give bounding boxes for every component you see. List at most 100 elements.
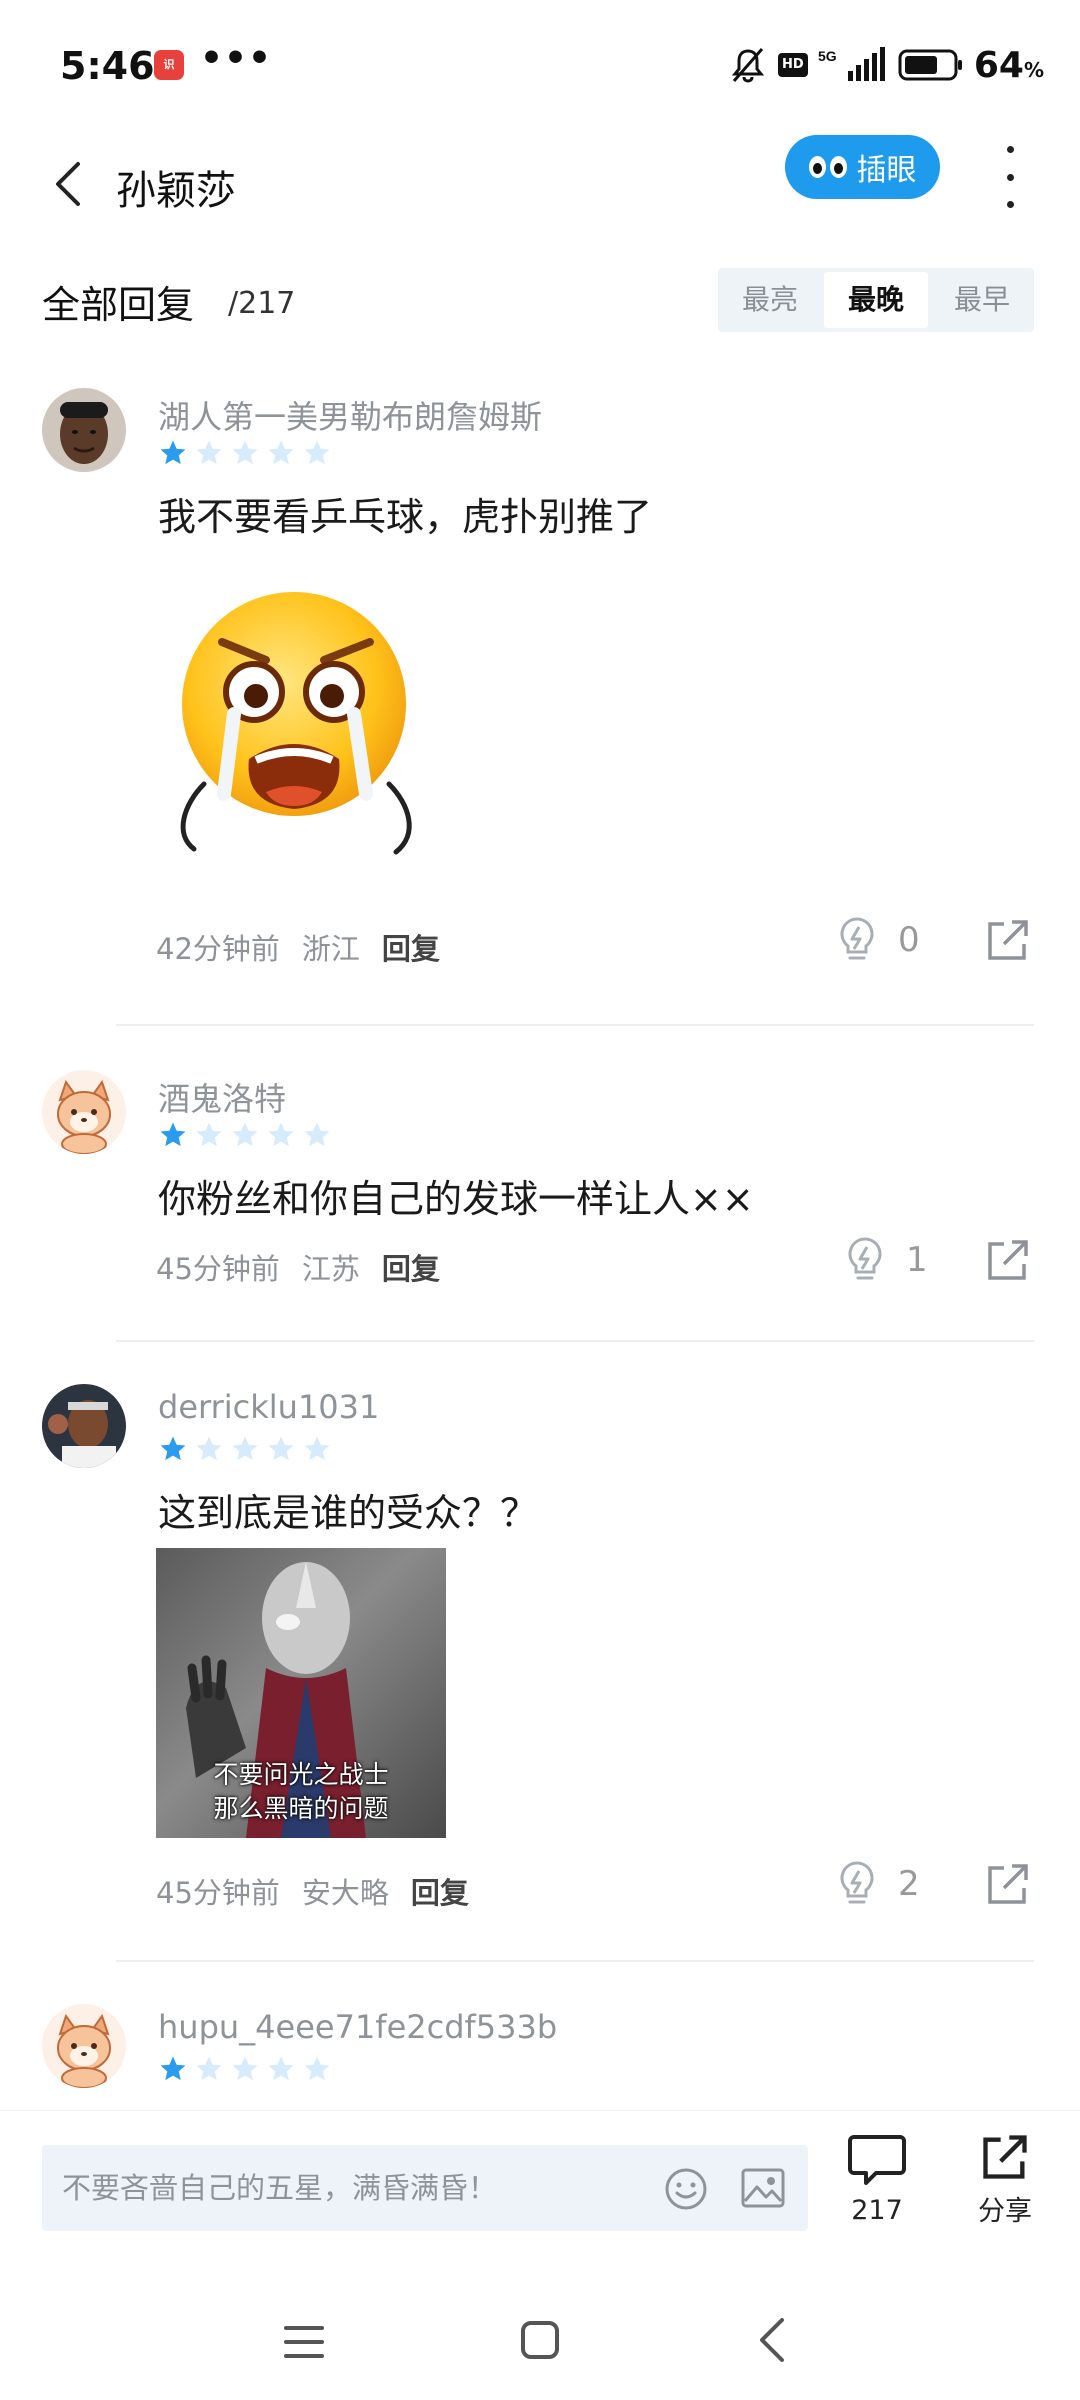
light-button[interactable]: 1 <box>844 1230 934 1290</box>
comment-item: 酒鬼洛特 你粉丝和你自己的发球一样让人×× 45分钟前 江苏 回复 1 <box>0 1070 1080 1342</box>
nav-back-icon[interactable] <box>754 2314 790 2366</box>
eyes-icon <box>808 156 847 178</box>
divider <box>116 1960 1034 1962</box>
replies-button[interactable]: 217 <box>842 2133 912 2226</box>
comment-item: 湖人第一美男勒布朗詹姆斯 我不要看乒乓球，虎扑别推了 42分钟前 浙江 回复 0 <box>0 388 1080 1026</box>
share-button[interactable]: 分享 <box>970 2131 1040 2228</box>
star-filled-icon <box>160 1436 186 1461</box>
comment-meta: 45分钟前 江苏 回复 <box>156 1246 440 1288</box>
reply-button[interactable]: 回复 <box>382 926 440 968</box>
light-button[interactable]: 0 <box>836 910 926 970</box>
star-empty-icon <box>268 1122 294 1147</box>
comment-time: 45分钟前 <box>156 1252 280 1286</box>
peek-button[interactable]: 插眼 <box>785 135 940 199</box>
star-rating <box>158 2054 332 2084</box>
divider <box>116 1024 1034 1026</box>
comment-text: 这到底是谁的受众？？ <box>158 1491 539 1535</box>
star-rating <box>158 1120 332 1150</box>
more-icon-dot <box>1006 146 1014 153</box>
signal-icon: 5G <box>818 47 885 81</box>
star-filled-icon <box>160 2056 186 2081</box>
star-empty-icon <box>304 440 330 465</box>
avatar[interactable] <box>42 1384 126 1468</box>
light-count: 1 <box>906 1240 928 1280</box>
star-empty-icon <box>304 1122 330 1147</box>
emoji-icon[interactable] <box>664 2167 708 2211</box>
share-icon <box>983 2135 1027 2179</box>
replies-title: 全部回复 <box>42 283 195 327</box>
comment-input-bar: 217 分享 <box>0 2110 1080 2260</box>
meme-image[interactable]: 不要问光之战士 那么黑暗的问题 <box>156 1548 446 1838</box>
comment-time: 45分钟前 <box>156 1876 280 1910</box>
replies-count: /217 <box>228 286 296 321</box>
sort-tabs: 最亮 最晚 最早 <box>718 268 1034 332</box>
star-empty-icon <box>268 440 294 465</box>
meme-caption-line: 不要问光之战士 <box>213 1760 389 1789</box>
share-icon[interactable] <box>984 1236 1032 1284</box>
meme-caption-line: 那么黑暗的问题 <box>213 1794 389 1823</box>
svg-text:5G: 5G <box>818 48 837 64</box>
meme-caption: 不要问光之战士 那么黑暗的问题 <box>156 1758 446 1826</box>
star-rating <box>158 438 332 468</box>
star-empty-icon <box>232 1436 258 1461</box>
reply-button[interactable]: 回复 <box>411 1870 469 1912</box>
image-icon[interactable] <box>740 2167 786 2209</box>
share-icon[interactable] <box>984 916 1032 964</box>
share-label: 分享 <box>978 2196 1032 2227</box>
username[interactable]: derricklu1031 <box>158 1388 379 1426</box>
lightbulb-icon <box>840 917 874 960</box>
sort-earliest-tab[interactable]: 最早 <box>930 272 1034 328</box>
replies-header: 全部回复 /217 最亮 最晚 最早 <box>0 260 1080 340</box>
star-rating <box>158 1434 332 1464</box>
status-bar: 5:46 识 ••• HD 5G 64% <box>0 0 1080 130</box>
comment-meta: 45分钟前 安大略 回复 <box>156 1870 469 1912</box>
lightbulb-icon <box>840 1861 874 1904</box>
star-empty-icon <box>304 1436 330 1461</box>
star-empty-icon <box>196 2056 222 2081</box>
avatar[interactable] <box>42 388 126 472</box>
system-nav-bar <box>0 2270 1080 2400</box>
comment-text: 你粉丝和你自己的发球一样让人×× <box>158 1177 754 1221</box>
more-notifications-icon: ••• <box>200 38 273 79</box>
top-nav: 孙颖莎 插眼 <box>0 130 1080 240</box>
back-button[interactable] <box>44 142 104 222</box>
star-filled-icon <box>160 440 186 465</box>
sort-latest-tab[interactable]: 最晚 <box>824 272 928 328</box>
comment-item: derricklu1031 这到底是谁的受众？？ 不要问光之战士 那么黑暗的问题… <box>0 1384 1080 1964</box>
status-time: 5:46 <box>60 44 155 88</box>
avatar[interactable] <box>42 2004 126 2088</box>
light-count: 2 <box>898 1864 920 1904</box>
star-empty-icon <box>268 1436 294 1461</box>
back-arrow-icon <box>56 162 80 206</box>
lightbulb-icon <box>848 1237 882 1280</box>
more-options-button[interactable] <box>990 142 1030 212</box>
star-empty-icon <box>268 2056 294 2081</box>
star-empty-icon <box>232 440 258 465</box>
comment-location: 浙江 <box>301 932 360 966</box>
sort-brightest-tab[interactable]: 最亮 <box>718 272 822 328</box>
star-empty-icon <box>304 2056 330 2081</box>
star-empty-icon <box>196 440 222 465</box>
comment-bubble-icon <box>848 2135 906 2185</box>
comment-time: 42分钟前 <box>156 932 280 966</box>
reply-button[interactable]: 回复 <box>382 1246 440 1288</box>
share-icon[interactable] <box>984 1860 1032 1908</box>
comment-location: 安大略 <box>301 1876 389 1910</box>
username[interactable]: hupu_4eee71fe2cdf533b <box>158 2008 557 2046</box>
mute-icon <box>731 48 764 83</box>
recent-apps-icon[interactable] <box>282 2322 326 2362</box>
comment-meta: 42分钟前 浙江 回复 <box>156 926 440 968</box>
more-icon-dot <box>1006 173 1014 181</box>
home-icon[interactable] <box>518 2318 562 2362</box>
crying-emoji-sticker[interactable] <box>174 584 424 884</box>
username[interactable]: 酒鬼洛特 <box>158 1074 286 1120</box>
username[interactable]: 湖人第一美男勒布朗詹姆斯 <box>158 392 542 438</box>
light-button[interactable]: 2 <box>836 1854 926 1914</box>
comment-location: 江苏 <box>301 1252 360 1286</box>
star-empty-icon <box>196 1122 222 1147</box>
page-title: 孙颖莎 <box>116 168 236 214</box>
star-empty-icon <box>196 1436 222 1461</box>
avatar[interactable] <box>42 1070 126 1154</box>
star-filled-icon <box>160 1122 186 1147</box>
hd-voice-icon: HD <box>777 53 808 77</box>
